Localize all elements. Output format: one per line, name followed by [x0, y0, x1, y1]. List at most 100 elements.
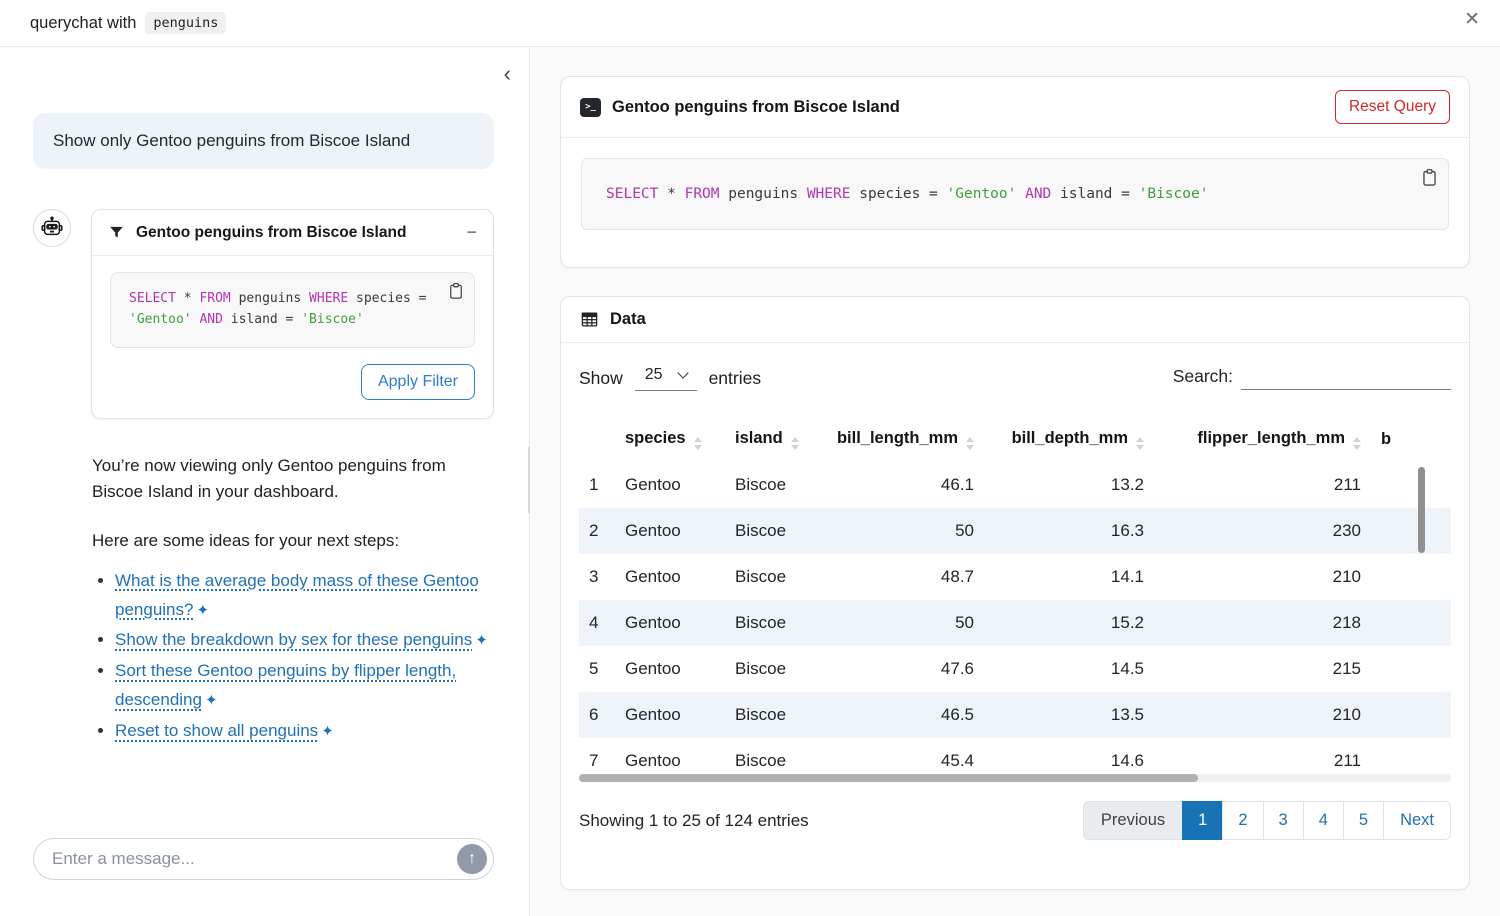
- column-header-bill_length_mm[interactable]: bill_length_mm: [821, 417, 984, 462]
- chat-message-input[interactable]: [52, 849, 457, 869]
- pagination-page-5[interactable]: 5: [1343, 801, 1384, 840]
- data-table-wrap: speciesislandbill_length_mmbill_depth_mm…: [579, 417, 1451, 787]
- table-header-row: speciesislandbill_length_mmbill_depth_mm…: [579, 417, 1451, 462]
- column-header-flipper_length_mm[interactable]: flipper_length_mm: [1154, 417, 1371, 462]
- column-header-species[interactable]: species: [615, 417, 725, 462]
- filter-card-actions: Apply Filter: [110, 364, 475, 400]
- table-cell: 218: [1154, 600, 1371, 646]
- suggestion-item: Show the breakdown by sex for these peng…: [115, 626, 492, 655]
- table-cell: [1371, 508, 1451, 554]
- filter-card-body: SELECT * FROM penguins WHERE species = '…: [92, 256, 493, 418]
- table-cell: Biscoe: [725, 462, 821, 508]
- close-icon[interactable]: ✕: [1464, 10, 1480, 29]
- pagination-page-1[interactable]: 1: [1182, 801, 1223, 840]
- table-cell: [1371, 692, 1451, 738]
- index-column-header: [579, 417, 615, 462]
- query-card-header: >_ Gentoo penguins from Biscoe Island Re…: [561, 77, 1469, 138]
- collapse-sidebar-icon[interactable]: ‹: [504, 63, 511, 85]
- pagination-page-2[interactable]: 2: [1222, 801, 1263, 840]
- sidebar-resize-handle[interactable]: [528, 447, 530, 513]
- vertical-scrollbar[interactable]: [1418, 467, 1425, 553]
- sql-code-block: SELECT * FROM penguins WHERE species = '…: [581, 158, 1449, 230]
- table-cell: [1371, 462, 1451, 508]
- suggestion-item: Reset to show all penguins✦: [115, 717, 492, 746]
- table-cell: 13.2: [984, 462, 1154, 508]
- sort-icon: [1353, 437, 1361, 450]
- user-message-bubble: Show only Gentoo penguins from Biscoe Is…: [33, 113, 494, 169]
- pagination-next[interactable]: Next: [1383, 801, 1451, 840]
- filter-card-title: Gentoo penguins from Biscoe Island: [136, 224, 455, 242]
- apply-filter-button[interactable]: Apply Filter: [361, 364, 475, 400]
- sql-code: SELECT * FROM penguins WHERE species = '…: [129, 289, 431, 331]
- query-card: >_ Gentoo penguins from Biscoe Island Re…: [560, 76, 1470, 268]
- table-cell: [1371, 554, 1451, 600]
- data-table: speciesislandbill_length_mmbill_depth_mm…: [579, 417, 1451, 784]
- pagination-page-4[interactable]: 4: [1303, 801, 1344, 840]
- pagination-previous[interactable]: Previous: [1083, 801, 1183, 840]
- pagination: Previous12345Next: [1084, 801, 1451, 840]
- sort-icon: [1136, 437, 1144, 450]
- table-cell: 210: [1154, 554, 1371, 600]
- table-row: 3GentooBiscoe48.714.1210: [579, 554, 1451, 600]
- column-header-bill_depth_mm[interactable]: bill_depth_mm: [984, 417, 1154, 462]
- table-body: 1GentooBiscoe46.113.22112GentooBiscoe501…: [579, 462, 1451, 784]
- search-label: Search:: [1173, 366, 1233, 387]
- minimize-icon[interactable]: −: [466, 222, 477, 243]
- suggestion-item: Sort these Gentoo penguins by flipper le…: [115, 657, 492, 715]
- query-card-title: Gentoo penguins from Biscoe Island: [612, 98, 900, 117]
- bot-message-text: Here are some ideas for your next steps:: [92, 531, 494, 551]
- sparkle-icon: ✦: [205, 692, 218, 709]
- filter-suggestion-card: Gentoo penguins from Biscoe Island − SEL…: [91, 209, 494, 419]
- horizontal-scrollbar[interactable]: [579, 774, 1198, 782]
- suggestion-link[interactable]: Reset to show all penguins: [115, 721, 318, 740]
- app-title: querychat with: [30, 14, 136, 33]
- suggestion-link[interactable]: Show the breakdown by sex for these peng…: [115, 630, 472, 649]
- data-card-body: Show 25 entries Search:: [561, 343, 1469, 862]
- copy-icon[interactable]: [1420, 168, 1439, 187]
- sparkle-icon: ✦: [475, 632, 488, 649]
- table-cell: [1371, 600, 1451, 646]
- page-size-select[interactable]: 25: [635, 365, 697, 391]
- table-cell: Biscoe: [725, 600, 821, 646]
- table-cell: 3: [579, 554, 615, 600]
- page-length-control: Show 25 entries: [579, 365, 761, 391]
- suggestion-link[interactable]: Sort these Gentoo penguins by flipper le…: [115, 661, 456, 709]
- table-row: 2GentooBiscoe5016.3230: [579, 508, 1451, 554]
- column-header-b[interactable]: b: [1371, 417, 1451, 462]
- table-cell: Biscoe: [725, 646, 821, 692]
- pagination-page-3[interactable]: 3: [1263, 801, 1304, 840]
- table-cell: 211: [1154, 462, 1371, 508]
- table-cell: 1: [579, 462, 615, 508]
- table-cell: 14.1: [984, 554, 1154, 600]
- table-cell: Gentoo: [615, 508, 725, 554]
- table-row: 1GentooBiscoe46.113.2211: [579, 462, 1451, 508]
- table-cell: 14.5: [984, 646, 1154, 692]
- table-row: 6GentooBiscoe46.513.5210: [579, 692, 1451, 738]
- sparkle-icon: ✦: [321, 723, 334, 740]
- table-cell: Gentoo: [615, 600, 725, 646]
- sql-code: SELECT * FROM penguins WHERE species = '…: [606, 186, 1208, 202]
- table-info: Showing 1 to 25 of 124 entries: [579, 811, 809, 831]
- show-label: Show: [579, 368, 623, 389]
- table-cell: 13.5: [984, 692, 1154, 738]
- app-titlebar: querychat with penguins ✕: [0, 0, 1500, 47]
- suggestion-link[interactable]: What is the average body mass of these G…: [115, 571, 479, 619]
- table-controls: Show 25 entries Search:: [579, 365, 1451, 391]
- send-icon[interactable]: ↑: [457, 844, 487, 874]
- table-footer: Showing 1 to 25 of 124 entries Previous1…: [579, 801, 1451, 840]
- table-cell: 210: [1154, 692, 1371, 738]
- copy-icon[interactable]: [447, 282, 465, 300]
- chat-sidebar: ‹ Show only Gentoo penguins from Biscoe …: [0, 48, 530, 916]
- column-header-island[interactable]: island: [725, 417, 821, 462]
- table-cell: Gentoo: [615, 554, 725, 600]
- search-input[interactable]: [1241, 367, 1451, 390]
- reset-query-button[interactable]: Reset Query: [1335, 90, 1450, 124]
- table-cell: 4: [579, 600, 615, 646]
- table-cell: Biscoe: [725, 508, 821, 554]
- filter-icon: [108, 224, 125, 241]
- robot-avatar: [33, 209, 71, 247]
- data-card: Data Show 25 entries Search:: [560, 296, 1470, 890]
- table-row: 4GentooBiscoe5015.2218: [579, 600, 1451, 646]
- chat-input-bar: ↑: [33, 838, 494, 880]
- table-cell: Gentoo: [615, 646, 725, 692]
